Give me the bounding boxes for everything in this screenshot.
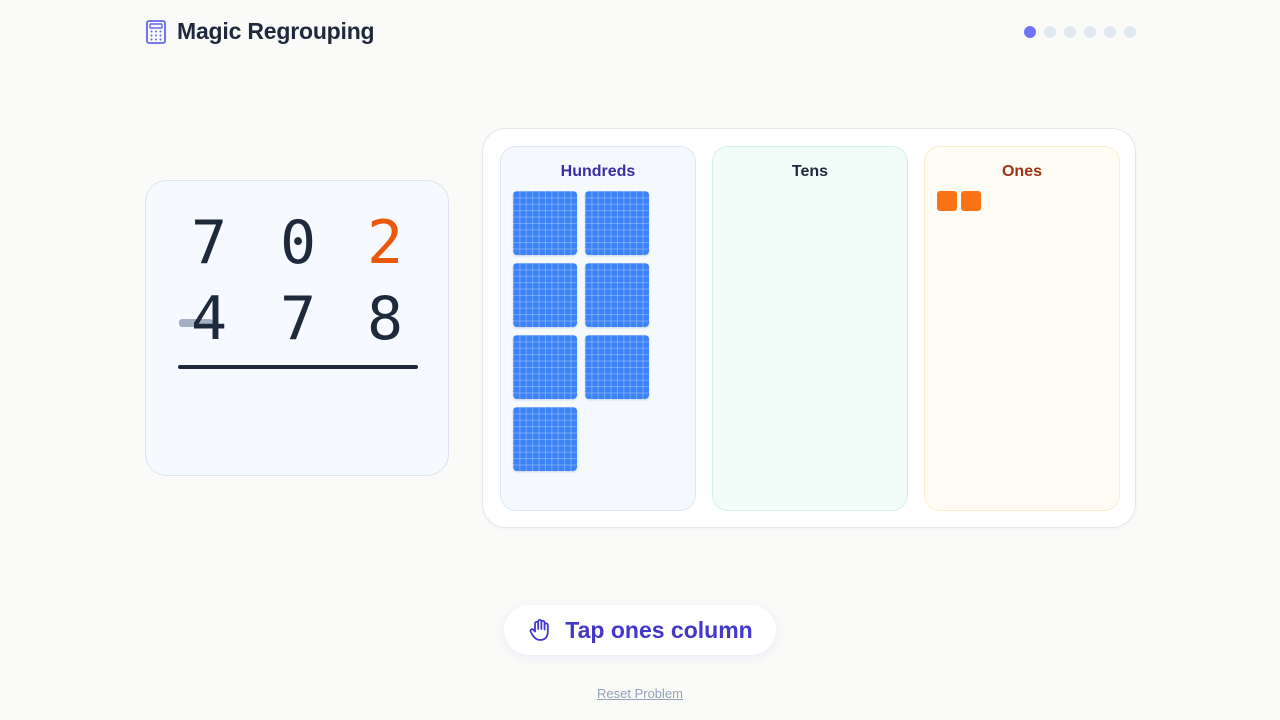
- progress-dot: [1084, 26, 1096, 38]
- hundred-block[interactable]: [585, 263, 649, 327]
- hint-pill: Tap ones column: [504, 605, 776, 655]
- hundred-block[interactable]: [513, 335, 577, 399]
- subtrahend-tens-digit: 7: [279, 284, 317, 354]
- progress-dot: [1104, 26, 1116, 38]
- calculator-icon: [146, 19, 166, 44]
- progress-dot: [1064, 26, 1076, 38]
- minuend-hundreds-digit: 7: [190, 208, 228, 278]
- progress-dot: [1044, 26, 1056, 38]
- one-block[interactable]: [937, 191, 957, 211]
- progress-dot: [1124, 26, 1136, 38]
- progress-dot: [1024, 26, 1036, 38]
- tens-column-label: Tens: [791, 163, 829, 180]
- problem-card: 7 0 2 4 7 8: [145, 180, 449, 476]
- hundred-block[interactable]: [513, 407, 577, 471]
- app-header: Magic Regrouping: [145, 18, 375, 45]
- hundred-block[interactable]: [513, 191, 577, 255]
- subtrahend-hundreds-digit: 4: [190, 284, 228, 354]
- minuend-row: 7 0 2: [146, 208, 448, 278]
- hint-text: Tap ones column: [565, 616, 753, 643]
- hand-tap-icon: [529, 619, 549, 641]
- page-title: Magic Regrouping: [177, 18, 375, 44]
- ones-column-label: Ones: [1001, 163, 1042, 180]
- minuend-tens-digit: 0: [279, 208, 317, 278]
- hundred-block[interactable]: [513, 263, 577, 327]
- tens-column[interactable]: Tens: [712, 146, 908, 511]
- hundreds-column[interactable]: Hundreds: [500, 146, 696, 511]
- hundreds-column-label: Hundreds: [560, 163, 636, 180]
- one-block[interactable]: [961, 191, 981, 211]
- reset-problem-link[interactable]: Reset Problem: [0, 686, 1280, 701]
- ones-column[interactable]: Ones: [924, 146, 1120, 511]
- hundred-block[interactable]: [585, 191, 649, 255]
- subtrahend-row: 4 7 8: [146, 284, 448, 354]
- hundred-block[interactable]: [585, 335, 649, 399]
- subtrahend-ones-digit: 8: [366, 284, 404, 354]
- place-value-board: Hundreds Tens Ones: [482, 128, 1136, 528]
- progress-indicator: [1024, 26, 1136, 38]
- minuend-ones-digit[interactable]: 2: [355, 208, 415, 278]
- answer-line: [178, 365, 418, 369]
